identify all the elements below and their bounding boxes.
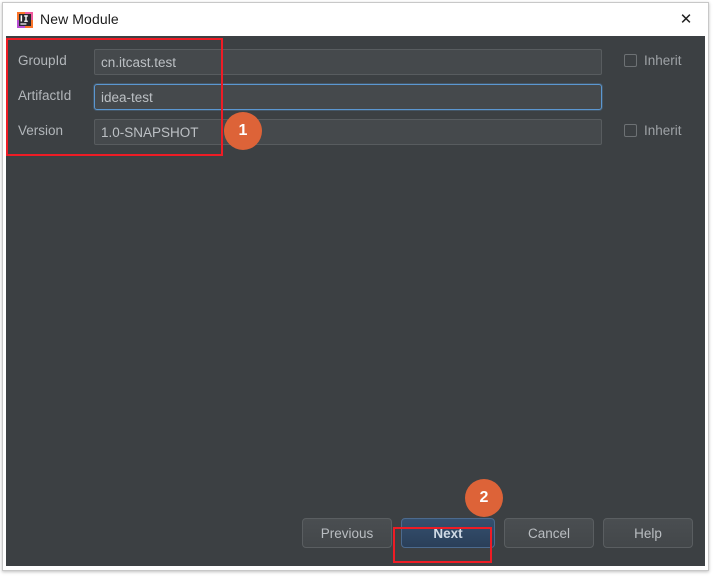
inherit-groupid-checkbox[interactable] (624, 54, 637, 67)
form-row-version: Version Inherit (6, 119, 705, 145)
dialog-window: New Module ✕ GroupId Inherit ArtifactId (2, 2, 709, 571)
inherit-version-wrap[interactable]: Inherit (624, 123, 682, 138)
window-title: New Module (40, 11, 119, 27)
inherit-groupid-label: Inherit (644, 53, 682, 68)
intellij-idea-icon (17, 12, 33, 28)
coordinates-form: GroupId Inherit ArtifactId Version Inher… (6, 36, 705, 161)
inherit-groupid-wrap[interactable]: Inherit (624, 53, 682, 68)
artifactid-input[interactable] (94, 84, 602, 110)
groupid-label: GroupId (18, 53, 67, 68)
version-label: Version (18, 123, 64, 138)
inherit-version-label: Inherit (644, 123, 682, 138)
inherit-version-checkbox[interactable] (624, 124, 637, 137)
button-bar: Previous Next Cancel Help (6, 518, 705, 558)
groupid-input[interactable] (94, 49, 602, 75)
next-button[interactable]: Next (401, 518, 495, 548)
previous-button[interactable]: Previous (302, 518, 392, 548)
artifactid-label: ArtifactId (18, 88, 72, 103)
dialog-body: GroupId Inherit ArtifactId Version Inher… (6, 36, 705, 566)
version-input[interactable] (94, 119, 602, 145)
close-icon[interactable]: ✕ (664, 3, 708, 35)
form-row-artifactid: ArtifactId (6, 84, 705, 110)
titlebar: New Module ✕ (3, 3, 708, 36)
help-button[interactable]: Help (603, 518, 693, 548)
cancel-button[interactable]: Cancel (504, 518, 594, 548)
form-row-groupid: GroupId Inherit (6, 49, 705, 75)
